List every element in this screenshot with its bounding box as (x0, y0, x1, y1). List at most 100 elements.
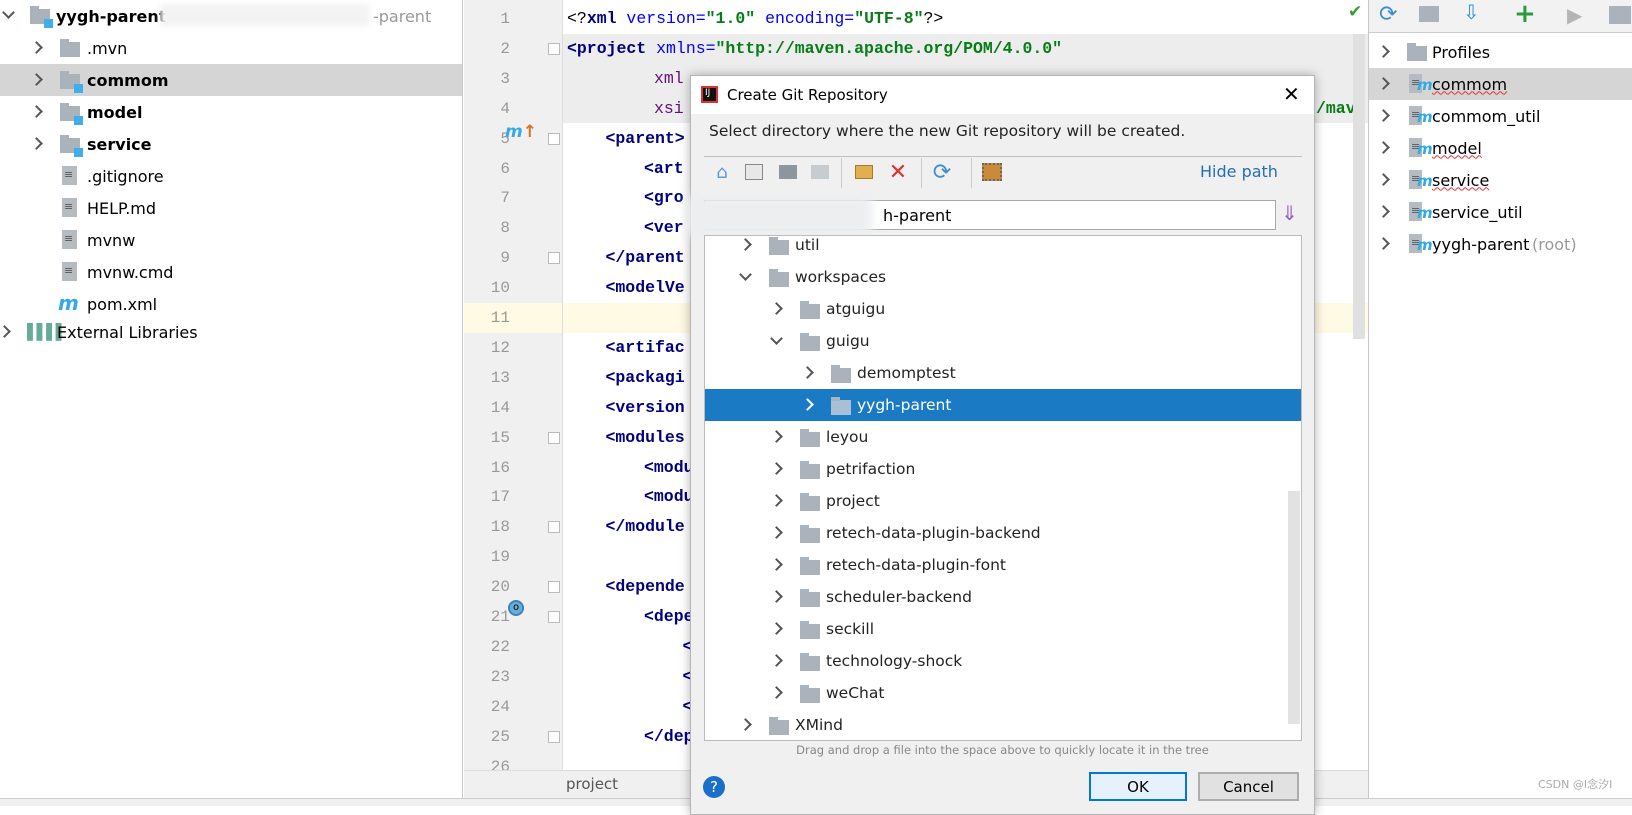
new-folder-icon[interactable] (855, 165, 873, 179)
chevron-down-icon[interactable] (770, 332, 783, 345)
directory-XMind[interactable]: XMind (705, 709, 1301, 740)
chevron-right-icon[interactable] (1377, 109, 1390, 122)
tree-item-mvnwcmd[interactable]: mvnw.cmd (0, 256, 462, 288)
directory-schedulerbackend[interactable]: scheduler-backend (705, 581, 1301, 613)
directory-yyghparent[interactable]: yygh-parent (705, 389, 1301, 421)
refresh-icon[interactable]: ⟳ (931, 160, 953, 185)
directory-project[interactable]: project (705, 485, 1301, 517)
directory-leyou[interactable]: leyou (705, 421, 1301, 453)
chevron-right-icon[interactable] (770, 462, 783, 475)
chevron-right-icon[interactable] (1377, 77, 1390, 90)
generate-sources-icon[interactable] (1419, 6, 1439, 22)
chevron-right-icon[interactable] (770, 622, 783, 635)
chevron-right-icon[interactable] (739, 238, 752, 251)
add-icon[interactable]: + (1514, 0, 1536, 29)
tree-item-gitignore[interactable]: .gitignore (0, 160, 462, 192)
maven-parent-gutter-icon[interactable]: m↑ (505, 122, 537, 142)
chevron-right-icon[interactable] (770, 686, 783, 699)
fold-marker-icon[interactable] (548, 132, 560, 145)
chevron-right-icon[interactable] (739, 718, 752, 731)
chevron-right-icon[interactable] (30, 137, 43, 150)
close-icon[interactable]: ✕ (1283, 82, 1300, 106)
fold-marker-icon[interactable] (548, 581, 560, 594)
tree-item-mvn[interactable]: .mvn (0, 32, 462, 64)
hide-path-link[interactable]: Hide path (1200, 162, 1278, 181)
tree-item-HELPmd[interactable]: HELP.md (0, 192, 462, 224)
root-path-suffix: -parent (373, 6, 432, 26)
fold-marker-icon[interactable] (548, 252, 560, 265)
directory-retechdatapluginfont[interactable]: retech-data-plugin-font (705, 549, 1301, 581)
directory-technologyshock[interactable]: technology-shock (705, 645, 1301, 677)
show-hidden-icon[interactable] (982, 163, 1002, 181)
directory-seckill[interactable]: seckill (705, 613, 1301, 645)
chevron-right-icon[interactable] (801, 366, 814, 379)
fold-marker-icon[interactable] (548, 431, 560, 444)
chevron-right-icon[interactable] (1377, 205, 1390, 218)
tree-item-model[interactable]: model (0, 96, 462, 128)
desktop-icon[interactable] (745, 164, 763, 180)
download-icon[interactable]: ⇩ (1463, 0, 1480, 24)
chevron-right-icon[interactable] (30, 105, 43, 118)
chevron-right-icon[interactable] (30, 73, 43, 86)
chevron-right-icon[interactable] (770, 558, 783, 571)
directory-workspaces[interactable]: workspaces (705, 261, 1301, 293)
fold-marker-icon[interactable] (548, 42, 560, 55)
maven-item-service[interactable]: mservice (1369, 164, 1632, 196)
run-icon[interactable]: ▶ (1567, 3, 1582, 27)
tree-root-yygh-parent[interactable]: yygh-parent -parent (0, 0, 462, 32)
chevron-right-icon[interactable] (1377, 173, 1390, 186)
execute-goal-icon[interactable] (1609, 6, 1631, 24)
directory-atguigu[interactable]: atguigu (705, 293, 1301, 325)
tree-item-external-libraries[interactable]: ▌▌▌▌ External Libraries (0, 316, 462, 348)
home-icon[interactable]: ⌂ (711, 161, 733, 183)
directory-retechdatapluginbackend[interactable]: retech-data-plugin-backend (705, 517, 1301, 549)
maven-item-Profiles[interactable]: Profiles (1369, 36, 1632, 68)
project-folder-icon[interactable] (779, 165, 797, 179)
directory-petrifaction[interactable]: petrifaction (705, 453, 1301, 485)
chevron-right-icon[interactable] (770, 654, 783, 667)
delete-icon[interactable]: ✕ (887, 160, 909, 185)
fold-marker-icon[interactable] (548, 730, 560, 743)
ok-button[interactable]: OK (1089, 772, 1187, 801)
editor-scrollbar[interactable] (1353, 34, 1365, 339)
directory-util[interactable]: util (705, 236, 1301, 261)
inspection-ok-icon[interactable]: ✔ (1348, 2, 1362, 22)
maven-item-model[interactable]: mmodel (1369, 132, 1632, 164)
help-button[interactable]: ? (703, 776, 725, 798)
reload-icon[interactable]: ⟳ (1379, 2, 1397, 27)
chevron-right-icon[interactable] (770, 302, 783, 315)
chevron-right-icon[interactable] (1377, 45, 1390, 58)
chevron-right-icon[interactable] (30, 41, 43, 54)
tree-item-service[interactable]: service (0, 128, 462, 160)
breadcrumb-project[interactable]: project (566, 775, 618, 793)
tree-item-commom[interactable]: commom (0, 64, 462, 96)
line-number: 11 (490, 309, 510, 327)
module-folder-icon[interactable] (811, 165, 829, 179)
tree-scrollbar-thumb[interactable] (1288, 491, 1300, 724)
chevron-right-icon[interactable] (770, 494, 783, 507)
chevron-right-icon[interactable] (770, 430, 783, 443)
chevron-right-icon[interactable] (801, 398, 814, 411)
cancel-button[interactable]: Cancel (1198, 772, 1299, 801)
directory-guigu[interactable]: guigu (705, 325, 1301, 357)
maven-item-commom[interactable]: mcommom (1369, 68, 1632, 100)
chevron-right-icon[interactable] (770, 590, 783, 603)
directory-tree[interactable]: util workspaces atguigu guigu demomptest yygh… (704, 235, 1302, 741)
maven-item-yyghparent[interactable]: myygh-parent(root) (1369, 228, 1632, 260)
chevron-down-icon[interactable] (739, 268, 752, 281)
chevron-right-icon[interactable] (1377, 237, 1390, 250)
fold-marker-icon[interactable] (548, 611, 560, 623)
override-gutter-icon[interactable]: o (508, 600, 524, 616)
fold-marker-icon[interactable] (548, 521, 560, 534)
chevron-down-icon[interactable] (2, 6, 15, 19)
chevron-right-icon[interactable] (0, 325, 11, 338)
tree-item-mvnw[interactable]: mvnw (0, 224, 462, 256)
directory-label: leyou (826, 428, 869, 446)
chevron-right-icon[interactable] (770, 526, 783, 539)
maven-item-service_util[interactable]: mservice_util (1369, 196, 1632, 228)
chevron-right-icon[interactable] (1377, 141, 1390, 154)
directory-weChat[interactable]: weChat (705, 677, 1301, 709)
save-path-icon[interactable]: ⇓ (1281, 201, 1298, 225)
directory-demomptest[interactable]: demomptest (705, 357, 1301, 389)
maven-item-commom_util[interactable]: mcommom_util (1369, 100, 1632, 132)
